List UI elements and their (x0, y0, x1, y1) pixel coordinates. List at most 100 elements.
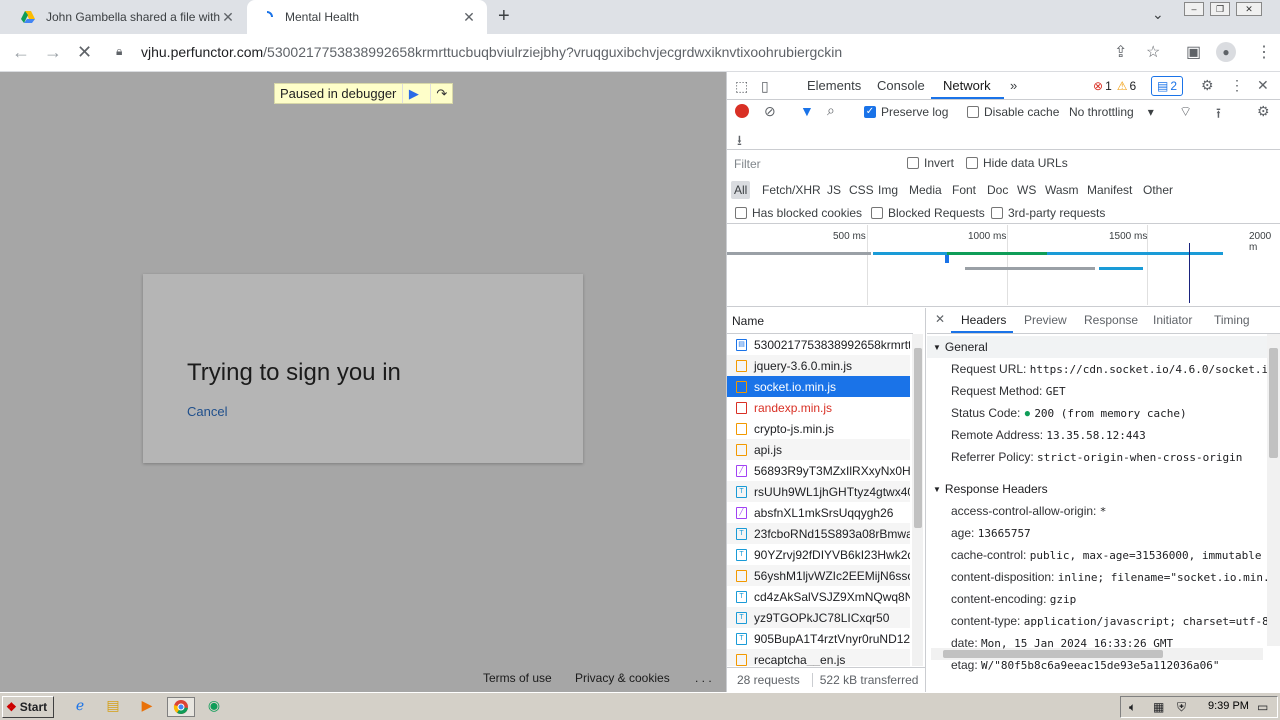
request-list-scrollbar[interactable] (912, 334, 923, 666)
import-har-icon[interactable]: ⭱ (1216, 103, 1221, 127)
request-row[interactable]: Tcd4zAkSalVSJZ9XmNQwq8Ni. (727, 586, 910, 607)
request-row[interactable]: Tyz9TGOPkJC78LICxqr50 (727, 607, 910, 628)
blocked-requests-checkbox[interactable]: Blocked Requests (871, 206, 985, 220)
share-icon[interactable]: ⇪ (1114, 42, 1127, 62)
edge-icon[interactable]: ◉ (204, 697, 224, 717)
media-player-icon[interactable]: ▶ (137, 697, 157, 717)
invert-checkbox[interactable]: Invert (907, 156, 954, 170)
resume-icon[interactable]: ▶︎ (402, 84, 424, 103)
tab-network[interactable]: Network (943, 78, 991, 93)
request-row[interactable]: ╱ absfnXL1mkSrsUqqygh26 (727, 502, 910, 523)
request-row[interactable]: TrsUUh9WL1jhGHTtyz4gtwx40 (727, 481, 910, 502)
file-explorer-icon[interactable]: ▤ (103, 697, 123, 717)
network-overview-timeline[interactable]: 500 ms 1000 ms 1500 ms 2000 m (727, 225, 1280, 307)
address-bar[interactable]: vjhu.perfunctor.com/530021775383899265​8… (141, 44, 842, 60)
type-filter-other[interactable]: Other (1140, 181, 1176, 199)
tab-preview[interactable]: Preview (1024, 313, 1067, 327)
throttling-select[interactable]: No throttling ▾ (1069, 105, 1154, 119)
menu-dots-icon[interactable]: ⋮ (1256, 42, 1272, 62)
stop-loading-icon[interactable]: ✕ (77, 42, 92, 63)
type-filter-manifest[interactable]: Manifest (1084, 181, 1135, 199)
close-tab-icon[interactable]: ✕ (220, 9, 236, 26)
request-row[interactable]: jquery-3.6.0.min.js (727, 355, 910, 376)
restore-button[interactable]: ❐ (1210, 2, 1230, 16)
type-filter-all[interactable]: All (731, 181, 751, 199)
tab-mental-health[interactable]: Mental Health ✕ (247, 0, 487, 34)
tab-search-icon[interactable]: ⌄ (1152, 6, 1164, 23)
forward-icon[interactable]: → (44, 42, 62, 63)
devtools-menu-icon[interactable]: ⋮ (1230, 77, 1244, 94)
name-column-header[interactable]: Name (727, 308, 913, 334)
close-tab-icon[interactable]: ✕ (461, 9, 477, 26)
privacy-link[interactable]: Privacy & cookies (575, 671, 670, 685)
type-filter-doc[interactable]: Doc (984, 181, 1011, 199)
chrome-taskbar-icon[interactable] (167, 697, 195, 717)
disable-cache-checkbox[interactable]: Disable cache (967, 105, 1059, 119)
bookmark-star-icon[interactable]: ☆ (1146, 42, 1160, 62)
tab-timing[interactable]: Timing (1214, 313, 1250, 327)
request-row[interactable]: ▤ 530021775383899265​8krmrtt (727, 334, 910, 355)
security-tray-icon[interactable]: ⛨ (1177, 700, 1186, 715)
record-icon[interactable] (735, 104, 749, 118)
request-row[interactable]: 56yshM1ljvWZIc2EEMijN6sso. (727, 565, 910, 586)
device-toolbar-icon[interactable]: ▯ (761, 78, 769, 95)
preserve-log-checkbox[interactable]: ✓ Preserve log (864, 105, 948, 119)
issues-counter[interactable]: ⊗ 1 ⚠ 6 (1093, 76, 1147, 96)
request-row[interactable]: T 90YZrvj92fDIYVB6kI23Hwk2d. (727, 544, 910, 565)
details-vertical-scrollbar[interactable] (1267, 334, 1280, 646)
type-filter-js[interactable]: JS (824, 181, 844, 199)
request-row[interactable]: ╱ 56893R9yT3MZxIlRXxyNx0HB (727, 460, 910, 481)
terms-link[interactable]: Terms of use (483, 671, 552, 685)
has-blocked-cookies-checkbox[interactable]: Has blocked cookies (735, 206, 862, 220)
response-headers-section-header[interactable]: ▼ Response Headers (927, 478, 1267, 500)
volume-icon[interactable]: 🔈︎ (1129, 700, 1136, 715)
side-panel-icon[interactable]: ▣ (1186, 42, 1201, 62)
close-window-button[interactable]: ✕ (1236, 2, 1262, 16)
type-filter-css[interactable]: CSS (846, 181, 877, 199)
type-filter-font[interactable]: Font (949, 181, 979, 199)
more-tabs-button[interactable]: » (1010, 78, 1017, 93)
request-row[interactable]: api.js (727, 439, 910, 460)
general-section-header[interactable]: ▼ General (927, 336, 1267, 358)
filter-icon[interactable]: ▼ (800, 103, 814, 119)
new-tab-button[interactable]: + (498, 5, 510, 28)
start-button[interactable]: ❖ Start (2, 696, 54, 718)
type-filter-media[interactable]: Media (906, 181, 945, 199)
messages-counter[interactable]: ▤ 2 (1151, 76, 1183, 96)
tab-elements[interactable]: Elements (807, 78, 861, 93)
action-center-icon[interactable]: ▭ (1257, 700, 1268, 714)
lock-icon[interactable]: 🔒︎ (116, 44, 122, 59)
request-row[interactable]: T 23fcboRNd15S893a08rBmwa. (727, 523, 910, 544)
close-details-icon[interactable]: ✕ (935, 312, 945, 326)
step-over-icon[interactable]: ↷ (430, 84, 452, 103)
type-filter-wasm[interactable]: Wasm (1042, 181, 1082, 199)
network-tray-icon[interactable]: ▦ (1153, 700, 1164, 714)
filter-input[interactable]: Filter (733, 155, 893, 173)
type-filter-img[interactable]: Img (875, 181, 901, 199)
tab-console[interactable]: Console (877, 78, 925, 93)
tab-drive-share[interactable]: John Gambella shared a file with you ✕ (8, 0, 246, 34)
type-filter-ws[interactable]: WS (1014, 181, 1039, 199)
back-icon[interactable]: ← (12, 42, 30, 63)
cancel-link[interactable]: Cancel (187, 404, 227, 419)
internet-explorer-icon[interactable]: ℯ (70, 697, 90, 717)
tab-response[interactable]: Response (1084, 313, 1138, 327)
request-row[interactable]: recaptcha__en.js (727, 649, 910, 666)
type-filter-fetch-xhr[interactable]: Fetch/XHR (759, 181, 824, 199)
search-icon[interactable]: ⌕ (827, 102, 835, 119)
settings-gear-icon[interactable]: ⚙ (1201, 77, 1214, 94)
network-conditions-icon[interactable]: ⌔ (1179, 103, 1192, 121)
request-row[interactable]: crypto-js.min.js (727, 418, 910, 439)
inspect-element-icon[interactable]: ⬚ (735, 78, 748, 95)
minimize-button[interactable]: – (1184, 2, 1204, 16)
scrollbar-thumb[interactable] (914, 348, 922, 528)
request-row[interactable]: socket.io.min.js (727, 376, 910, 397)
request-row[interactable]: T 905BupA1T4rztVnyr0ruND12. (727, 628, 910, 649)
hide-data-urls-checkbox[interactable]: Hide data URLs (966, 156, 1068, 170)
third-party-checkbox[interactable]: 3rd-party requests (991, 206, 1105, 220)
clear-icon[interactable]: ⊘ (764, 103, 776, 120)
request-row[interactable]: randexp.min.js (727, 397, 910, 418)
tab-initiator[interactable]: Initiator (1153, 313, 1192, 327)
network-settings-icon[interactable]: ⚙ (1257, 103, 1270, 120)
profile-avatar[interactable]: ● (1216, 42, 1236, 62)
